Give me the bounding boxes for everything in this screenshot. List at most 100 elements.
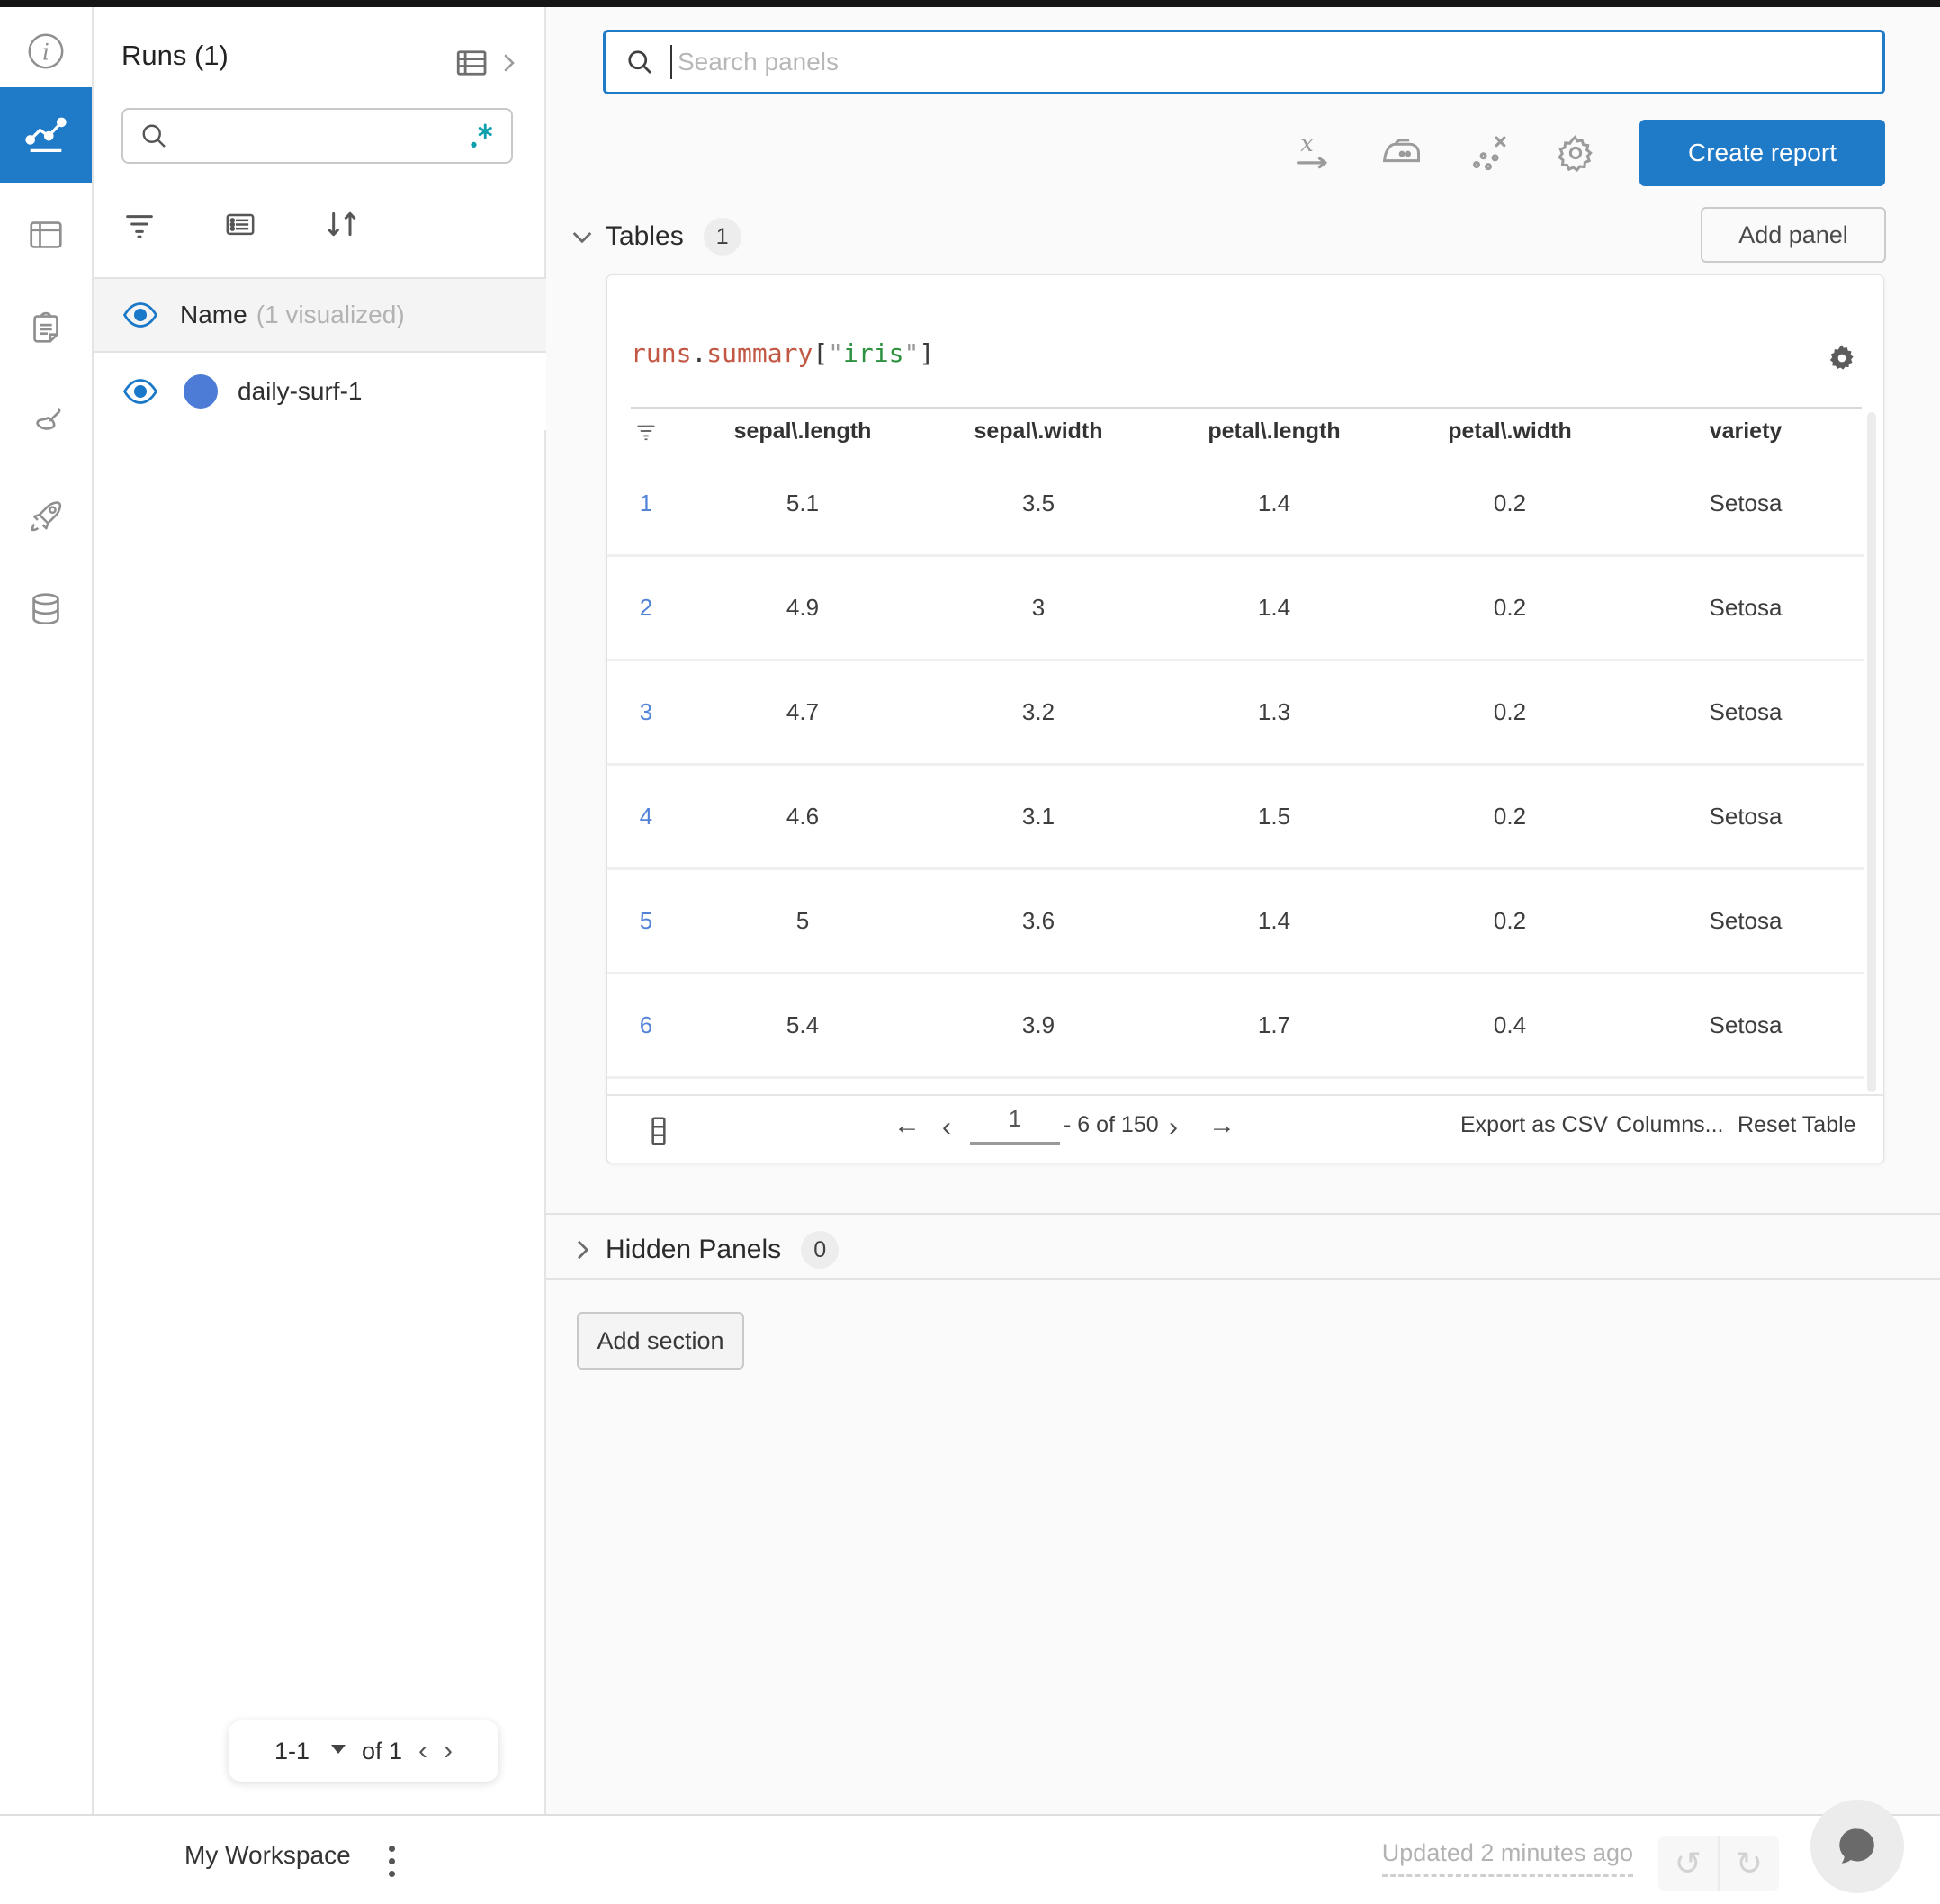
rocket-icon[interactable] (23, 494, 68, 539)
clipboard-icon[interactable] (23, 305, 68, 350)
cell-value: Setosa (1709, 803, 1783, 830)
add-section-button[interactable]: Add section (577, 1312, 744, 1370)
export-csv-button[interactable]: Export as CSV (1460, 1112, 1608, 1138)
cell-value: 5.1 (786, 489, 820, 516)
cell-value: 1.4 (1257, 489, 1291, 516)
column-header[interactable]: variety (1628, 418, 1864, 445)
nav-rail: i (0, 7, 94, 1814)
prev-page-button[interactable]: ‹ (942, 1112, 951, 1143)
column-header[interactable]: sepal\.length (685, 418, 921, 445)
cell-value: 4.7 (786, 698, 820, 725)
cell-value: 1.7 (1257, 1011, 1291, 1038)
row-index-link[interactable]: 4 (607, 803, 685, 831)
run-name: daily-surf-1 (238, 377, 363, 405)
table-filter-icon[interactable] (634, 419, 658, 443)
group-label: Name (180, 301, 247, 328)
cell-value: 1.5 (1257, 803, 1291, 830)
nav-item-workspace-charts[interactable] (0, 87, 92, 183)
eye-icon[interactable] (122, 301, 158, 329)
cell-value: 3 (1031, 594, 1046, 621)
iris-table-body: 1 5.1 3.5 1.4 0.2 Setosa 2 4.9 3 1.4 0.2… (607, 453, 1864, 1079)
row-index-link[interactable]: 2 (607, 594, 685, 622)
regex-toggle-icon[interactable] (466, 119, 497, 153)
cell-value: 0.2 (1493, 803, 1527, 830)
column-header[interactable]: sepal\.width (921, 418, 1156, 445)
row-index-link[interactable]: 1 (607, 489, 685, 517)
info-icon[interactable]: i (23, 29, 68, 74)
workspace-name: My Workspace (184, 1841, 351, 1869)
row-index-link[interactable]: 5 (607, 907, 685, 935)
section-divider (546, 1213, 1940, 1215)
table-header-row: sepal\.length sepal\.width petal\.length pe… (607, 409, 1864, 453)
chevron-right-icon[interactable] (568, 1235, 597, 1264)
first-page-button[interactable]: ← (894, 1110, 921, 1141)
sort-icon[interactable] (323, 206, 359, 242)
tables-section-title: Tables (606, 221, 684, 251)
code-key: iris (843, 338, 904, 368)
x-axis-icon[interactable]: x (1290, 130, 1337, 176)
runs-prev-page-button[interactable]: ‹ (418, 1736, 427, 1766)
row-index-link[interactable]: 6 (607, 1011, 685, 1039)
cell-value: 3.6 (1021, 907, 1055, 934)
cell-value: 1.4 (1257, 907, 1291, 934)
smoothing-iron-icon[interactable] (1378, 130, 1424, 176)
create-report-button[interactable]: Create report (1639, 120, 1885, 186)
row-index-link[interactable]: 3 (607, 698, 685, 726)
panel-settings-gear-icon[interactable] (1824, 340, 1860, 376)
column-header[interactable]: petal\.width (1392, 418, 1628, 445)
undo-redo-group: ↺ ↻ (1658, 1836, 1779, 1891)
cell-value: 0.2 (1493, 489, 1527, 516)
list-settings-icon[interactable] (222, 206, 258, 242)
page-footer: My Workspace Updated 2 minutes ago ↺ ↻ (0, 1814, 1940, 1904)
reset-table-button[interactable]: Reset Table (1738, 1112, 1856, 1138)
cell-value: Setosa (1709, 698, 1783, 725)
layout-icon[interactable] (23, 212, 68, 257)
search-panels-input[interactable]: Search panels (603, 30, 1885, 94)
row-height-icon[interactable] (645, 1114, 672, 1148)
section-divider (546, 1278, 1940, 1280)
workspace-menu-kebab-icon[interactable] (378, 1837, 405, 1884)
outliers-scatter-icon[interactable] (1465, 130, 1512, 176)
columns-button[interactable]: Columns... (1616, 1112, 1723, 1138)
cell-value: 3.2 (1021, 698, 1055, 725)
table-row: 1 5.1 3.5 1.4 0.2 Setosa (607, 453, 1864, 557)
chevron-down-icon[interactable] (568, 222, 597, 251)
line-chart-icon (25, 117, 67, 152)
updated-timestamp[interactable]: Updated 2 minutes ago (1381, 1839, 1633, 1877)
cell-value: 3.1 (1021, 803, 1055, 830)
runs-page-range[interactable]: 1-1 (274, 1738, 310, 1765)
runs-page-of: of 1 (361, 1737, 403, 1765)
cell-value: 5.4 (786, 1011, 820, 1038)
next-page-button[interactable]: › (1169, 1112, 1178, 1143)
last-page-button[interactable]: → (1208, 1110, 1235, 1141)
column-header[interactable]: petal\.length (1156, 418, 1392, 445)
top-border-bar (0, 0, 1940, 7)
run-row[interactable]: daily-surf-1 (94, 353, 546, 430)
chevron-right-icon (504, 54, 515, 72)
help-chat-button[interactable] (1810, 1800, 1904, 1893)
runs-next-page-button[interactable]: › (444, 1736, 453, 1766)
run-group-header[interactable]: Name (1 visualized) (94, 277, 546, 353)
table-row: 6 5.4 3.9 1.7 0.4 Setosa (607, 974, 1864, 1079)
runs-title: Runs (1) (121, 40, 229, 71)
expand-run-table-button[interactable] (454, 43, 525, 83)
undo-button[interactable]: ↺ (1658, 1836, 1718, 1891)
filter-icon[interactable] (121, 206, 157, 242)
table-scrollbar[interactable] (1867, 412, 1876, 1092)
runs-pagination: 1-1 of 1 ‹ › (229, 1720, 498, 1782)
redo-button[interactable]: ↻ (1718, 1836, 1779, 1891)
cell-value: 4.6 (786, 803, 820, 830)
broom-icon[interactable] (23, 400, 68, 445)
eye-icon[interactable] (122, 377, 158, 406)
search-icon (142, 124, 166, 148)
caret-down-icon (330, 1745, 346, 1754)
table-footer: ← ‹ 1 - 6 of 150 › → Export as CSV Colum… (607, 1094, 1883, 1163)
tables-count-badge: 1 (703, 218, 741, 256)
settings-gear-icon[interactable] (1552, 130, 1599, 176)
workspace-actions: x Create report (546, 120, 1885, 186)
add-panel-button[interactable]: Add panel (1701, 207, 1886, 263)
runs-search-input[interactable] (121, 108, 513, 164)
page-number-input[interactable]: 1 (970, 1105, 1060, 1145)
database-icon[interactable] (23, 587, 68, 632)
panel-title-code: runs.summary["iris"] (631, 338, 934, 368)
